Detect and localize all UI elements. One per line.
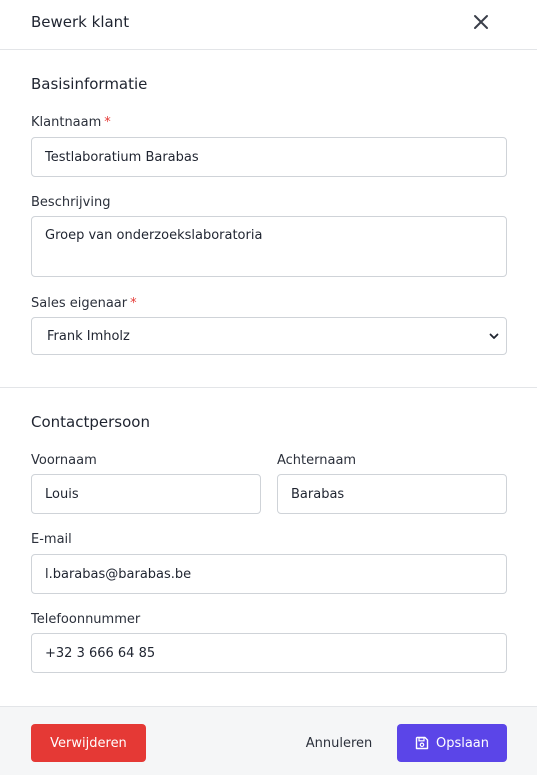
section-title-contactpersoon: Contactpersoon bbox=[31, 413, 150, 431]
sales-eigenaar-select[interactable]: Frank Imholz bbox=[31, 317, 507, 355]
klantnaam-value: Testlaboratium Barabas bbox=[45, 149, 199, 165]
section-divider bbox=[0, 387, 537, 388]
sales-eigenaar-label: Sales eigenaar * bbox=[31, 296, 137, 311]
cancel-button[interactable]: Annuleren bbox=[296, 724, 382, 762]
klantnaam-label-text: Klantnaam bbox=[31, 115, 102, 130]
modal-footer: Verwijderen Annuleren Opslaan bbox=[0, 706, 537, 775]
voornaam-label: Voornaam bbox=[31, 453, 97, 468]
klantnaam-input[interactable]: Testlaboratium Barabas bbox=[31, 137, 507, 177]
achternaam-input[interactable]: Barabas bbox=[277, 474, 507, 514]
modal-title: Bewerk klant bbox=[31, 13, 130, 31]
voornaam-input[interactable]: Louis bbox=[31, 474, 261, 514]
modal-header: Bewerk klant bbox=[0, 0, 537, 50]
email-label: E-mail bbox=[31, 532, 72, 547]
email-value: l.barabas@barabas.be bbox=[45, 566, 192, 582]
beschrijving-value: Groep van onderzoekslaboratoria bbox=[45, 228, 263, 243]
sales-eigenaar-label-text: Sales eigenaar bbox=[31, 296, 128, 311]
close-button[interactable] bbox=[470, 11, 492, 33]
telefoonnummer-value: +32 3 666 64 85 bbox=[45, 645, 156, 661]
save-icon bbox=[415, 736, 429, 750]
required-mark: * bbox=[130, 296, 137, 311]
achternaam-label: Achternaam bbox=[277, 453, 357, 468]
delete-button[interactable]: Verwijderen bbox=[31, 724, 146, 762]
achternaam-value: Barabas bbox=[291, 486, 345, 502]
email-input[interactable]: l.barabas@barabas.be bbox=[31, 554, 507, 594]
beschrijving-textarea[interactable]: Groep van onderzoekslaboratoria bbox=[31, 216, 507, 277]
klantnaam-label: Klantnaam * bbox=[31, 115, 111, 130]
close-icon bbox=[474, 15, 488, 29]
telefoonnummer-input[interactable]: +32 3 666 64 85 bbox=[31, 633, 507, 673]
telefoonnummer-label: Telefoonnummer bbox=[31, 612, 141, 627]
required-mark: * bbox=[104, 115, 111, 130]
save-button-label: Opslaan bbox=[435, 735, 490, 751]
voornaam-value: Louis bbox=[45, 486, 79, 502]
chevron-down-icon bbox=[489, 333, 499, 339]
section-title-basisinformatie: Basisinformatie bbox=[31, 75, 148, 93]
save-button[interactable]: Opslaan bbox=[397, 724, 507, 762]
sales-eigenaar-value: Frank Imholz bbox=[47, 328, 130, 344]
beschrijving-label: Beschrijving bbox=[31, 195, 111, 210]
